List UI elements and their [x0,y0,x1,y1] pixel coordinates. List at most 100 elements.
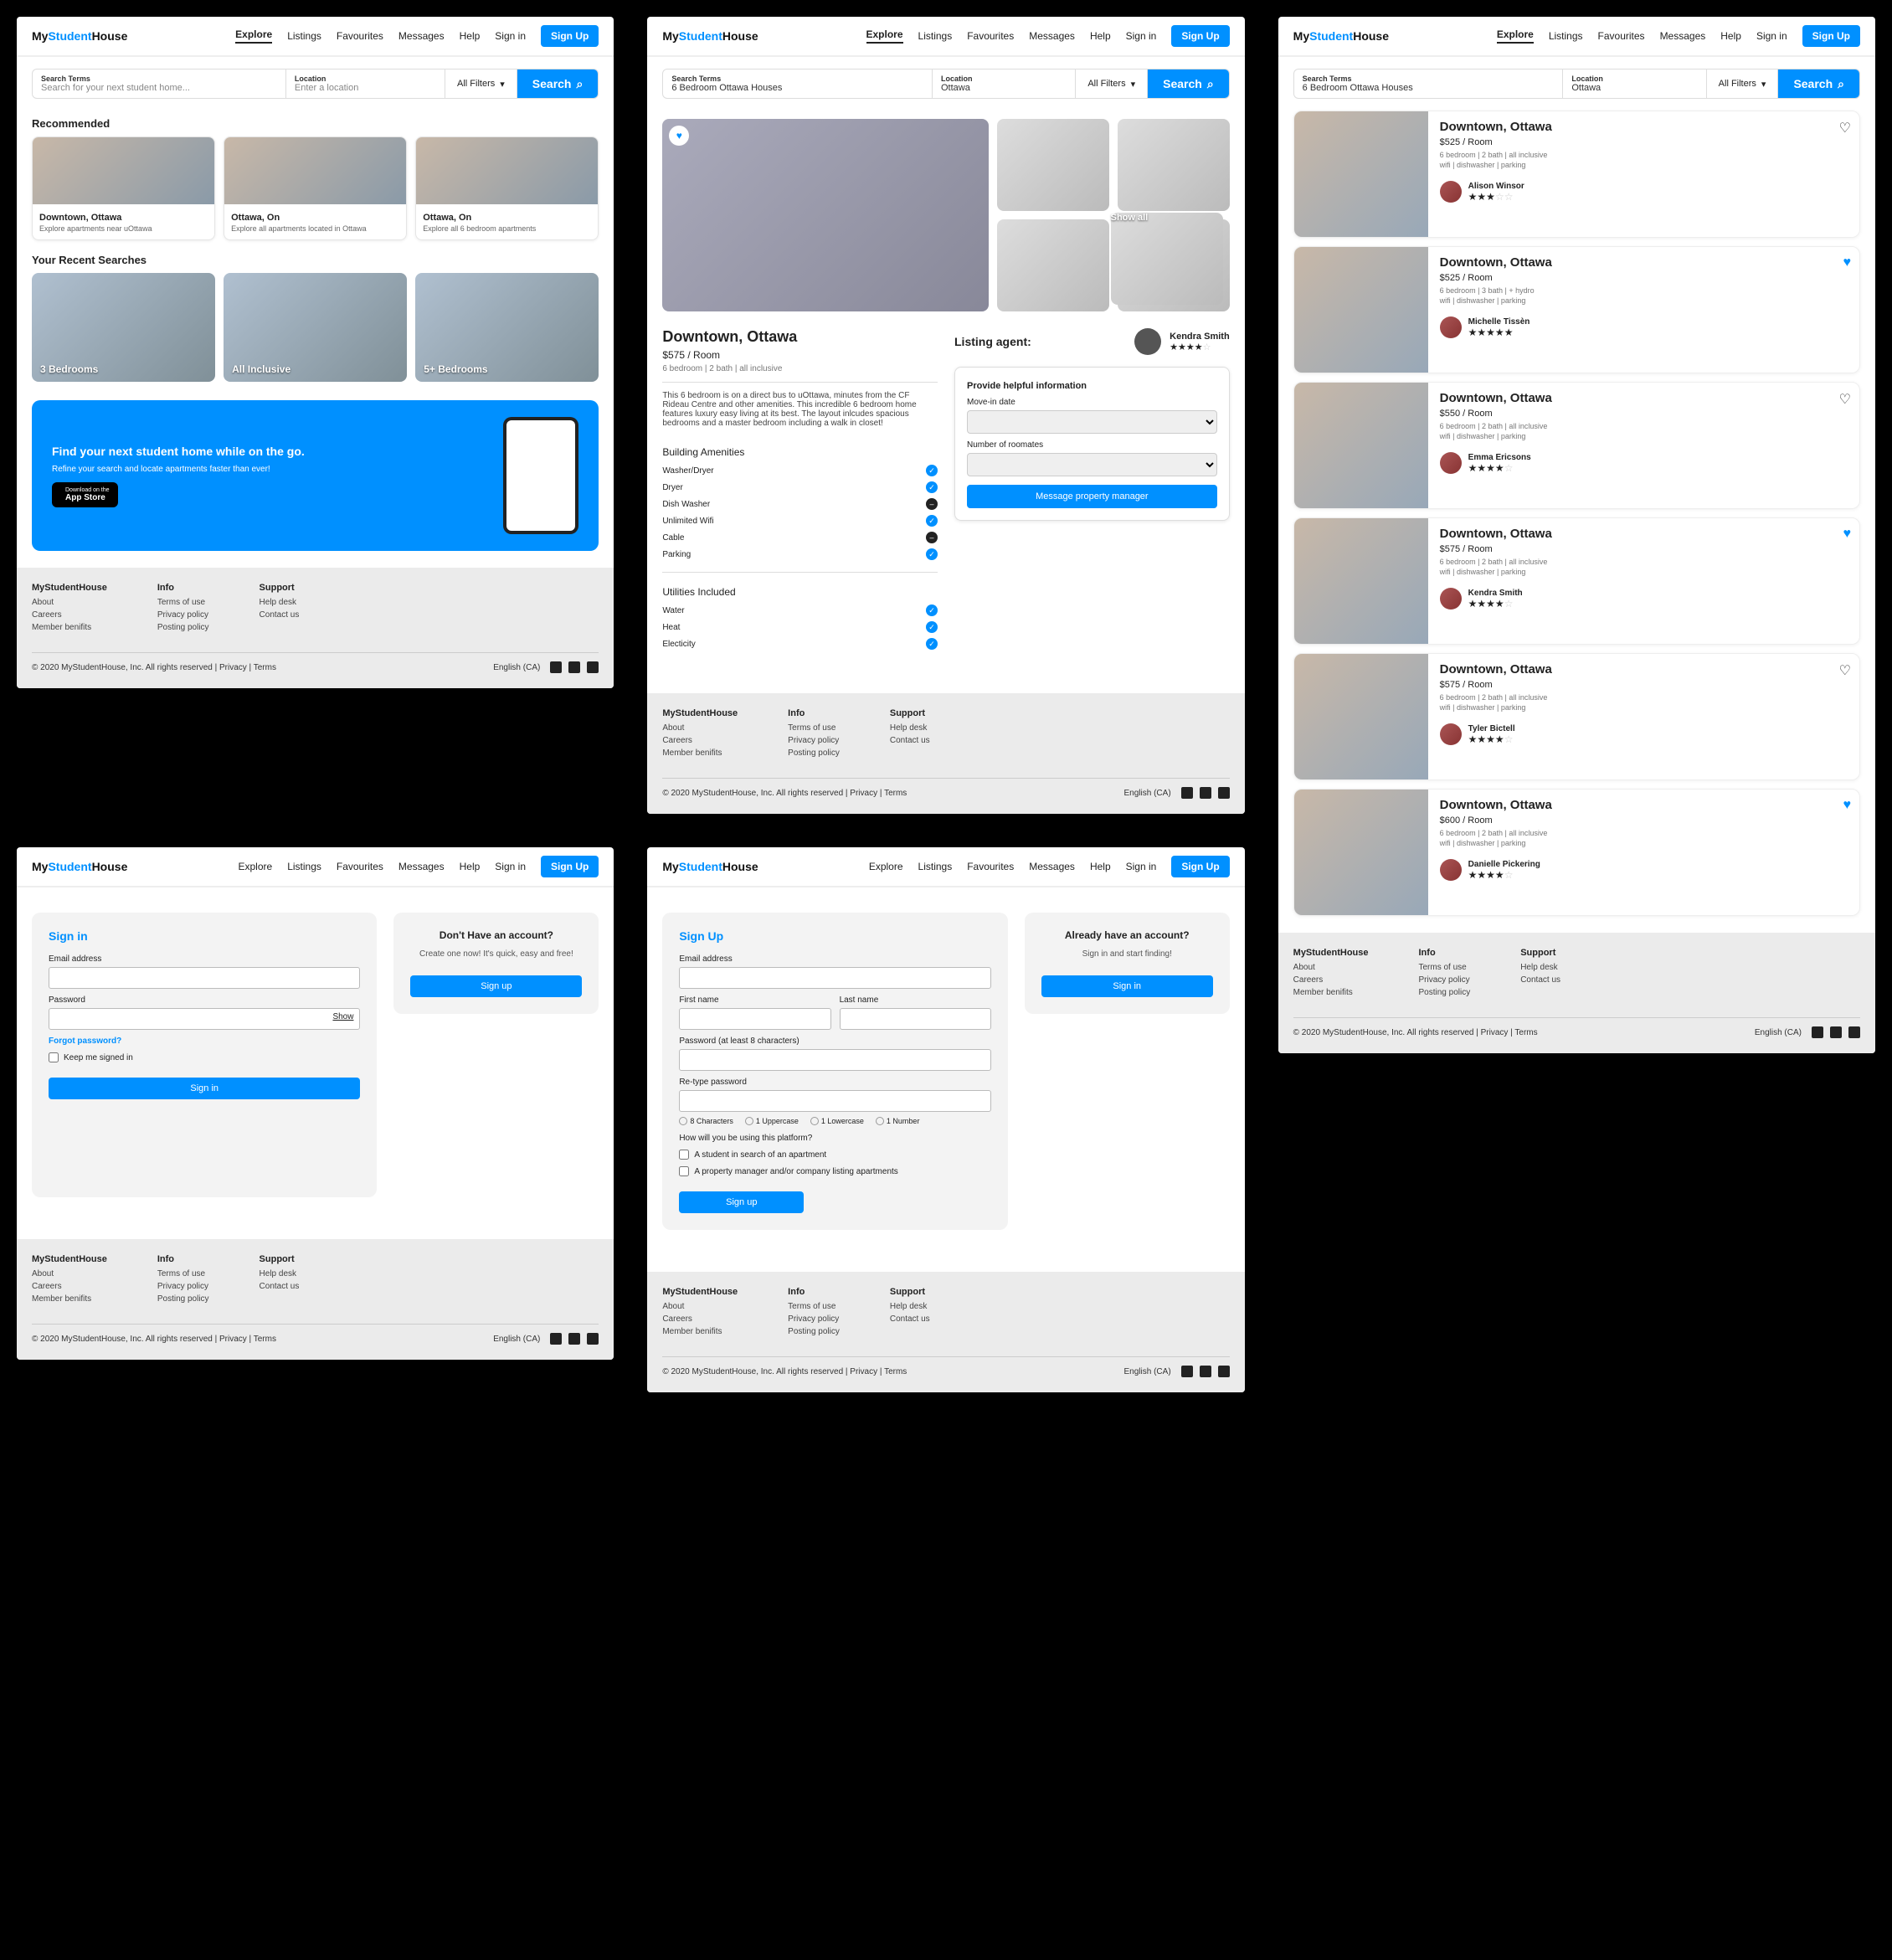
recent-tile[interactable]: 3 Bedrooms [32,273,215,382]
nav-messages[interactable]: Messages [398,861,445,872]
favourite-icon[interactable]: ♥ [1843,255,1851,270]
search-button[interactable]: Search⌕ [1148,69,1229,98]
nav-signin[interactable]: Sign in [1756,30,1787,42]
recommended-card[interactable]: Ottawa, OnExplore all 6 bedroom apartmen… [415,136,599,240]
search-terms-cell[interactable]: Search TermsSearch for your next student… [33,69,286,98]
forgot-password-link[interactable]: Forgot password? [49,1037,360,1046]
twitter-icon[interactable] [587,1333,599,1345]
logo[interactable]: MyStudentHouse [32,860,127,873]
signin-button[interactable]: Sign in [49,1078,360,1099]
nav-help[interactable]: Help [1090,861,1111,872]
facebook-icon[interactable] [550,1333,562,1345]
nav-favourites[interactable]: Favourites [337,861,383,872]
nav-signup[interactable]: Sign Up [1171,25,1229,47]
twitter-icon[interactable] [1218,1366,1230,1377]
nav-messages[interactable]: Messages [1660,30,1706,42]
favourite-icon[interactable]: ♥ [1843,527,1851,542]
instagram-icon[interactable] [1200,1366,1211,1377]
nav-help[interactable]: Help [460,861,481,872]
recommended-card[interactable]: Ottawa, OnExplore all apartments located… [224,136,407,240]
nav-explore[interactable]: Explore [866,28,903,44]
location-cell[interactable]: LocationOttawa [1563,69,1706,98]
main-photo[interactable]: ♥ [662,119,988,311]
roommates-select[interactable] [967,453,1217,476]
firstname-field[interactable] [679,1008,830,1030]
password-field[interactable] [679,1049,990,1071]
nav-signup[interactable]: Sign Up [541,856,599,877]
nav-favourites[interactable]: Favourites [337,30,383,42]
nav-messages[interactable]: Messages [398,30,445,42]
favourite-icon[interactable]: ♥ [1843,798,1851,813]
listing-card[interactable]: Downtown, Ottawa $525 / Room 6 bedroom |… [1293,111,1860,238]
nav-explore[interactable]: Explore [235,28,272,44]
search-button[interactable]: Search⌕ [1778,69,1859,98]
nav-signin[interactable]: Sign in [1126,861,1157,872]
instagram-icon[interactable] [568,661,580,673]
nav-messages[interactable]: Messages [1029,861,1075,872]
search-terms-cell[interactable]: Search Terms6 Bedroom Ottawa Houses [663,69,933,98]
show-password[interactable]: Show [332,1012,353,1021]
twitter-icon[interactable] [1218,787,1230,799]
nav-signin[interactable]: Sign in [495,30,526,42]
twitter-icon[interactable] [587,661,599,673]
location-cell[interactable]: LocationEnter a location [286,69,445,98]
nav-messages[interactable]: Messages [1029,30,1075,42]
thumb[interactable] [997,219,1109,311]
movein-select[interactable] [967,410,1217,434]
filters-dropdown[interactable]: All Filters▾ [1076,69,1148,98]
listing-card[interactable]: Downtown, Ottawa $575 / Room 6 bedroom |… [1293,517,1860,645]
nav-signup[interactable]: Sign Up [541,25,599,47]
logo[interactable]: MyStudentHouse [662,860,758,873]
thumb[interactable] [997,119,1109,211]
password-field[interactable] [49,1008,360,1030]
nav-listings[interactable]: Listings [287,30,321,42]
favourite-icon[interactable]: ♥ [669,126,689,146]
filters-dropdown[interactable]: All Filters▾ [445,69,517,98]
signup-button[interactable]: Sign up [679,1191,804,1213]
lang-select[interactable]: English (CA) [493,663,540,672]
lastname-field[interactable] [840,1008,991,1030]
logo[interactable]: MyStudentHouse [662,29,758,43]
listing-card[interactable]: Downtown, Ottawa $525 / Room 6 bedroom |… [1293,246,1860,373]
facebook-icon[interactable] [1812,1026,1823,1038]
nav-listings[interactable]: Listings [1549,30,1583,42]
recent-tile[interactable]: All Inclusive [224,273,407,382]
search-button[interactable]: Search⌕ [517,69,599,98]
nav-favourites[interactable]: Favourites [1598,30,1645,42]
favourite-icon[interactable]: ♡ [1839,662,1851,679]
email-field[interactable] [679,967,990,989]
nav-help[interactable]: Help [1090,30,1111,42]
goto-signup-button[interactable]: Sign up [410,975,582,997]
nav-favourites[interactable]: Favourites [967,861,1014,872]
nav-signin[interactable]: Sign in [1126,30,1157,42]
show-all-link[interactable]: Show all [1111,213,1223,305]
nav-help[interactable]: Help [1720,30,1741,42]
lang-select[interactable]: English (CA) [1124,789,1171,798]
nav-listings[interactable]: Listings [287,861,321,872]
instagram-icon[interactable] [568,1333,580,1345]
nav-signin[interactable]: Sign in [495,861,526,872]
nav-help[interactable]: Help [460,30,481,42]
lang-select[interactable]: English (CA) [493,1335,540,1344]
instagram-icon[interactable] [1200,787,1211,799]
location-cell[interactable]: LocationOttawa [933,69,1076,98]
nav-explore[interactable]: Explore [869,861,903,872]
lang-select[interactable]: English (CA) [1755,1028,1802,1037]
nav-explore[interactable]: Explore [1497,28,1534,44]
recommended-card[interactable]: Downtown, OttawaExplore apartments near … [32,136,215,240]
facebook-icon[interactable] [1181,1366,1193,1377]
listing-card[interactable]: Downtown, Ottawa $575 / Room 6 bedroom |… [1293,653,1860,780]
nav-signup[interactable]: Sign Up [1171,856,1229,877]
instagram-icon[interactable] [1830,1026,1842,1038]
usage-student-checkbox[interactable] [679,1150,689,1160]
thumb[interactable]: Show all [1118,219,1230,311]
nav-listings[interactable]: Listings [918,861,953,872]
email-field[interactable] [49,967,360,989]
filters-dropdown[interactable]: All Filters▾ [1707,69,1779,98]
nav-listings[interactable]: Listings [918,30,953,42]
message-button[interactable]: Message property manager [967,485,1217,508]
usage-manager-checkbox[interactable] [679,1166,689,1176]
twitter-icon[interactable] [1848,1026,1860,1038]
favourite-icon[interactable]: ♡ [1839,391,1851,408]
recent-tile[interactable]: 5+ Bedrooms [415,273,599,382]
